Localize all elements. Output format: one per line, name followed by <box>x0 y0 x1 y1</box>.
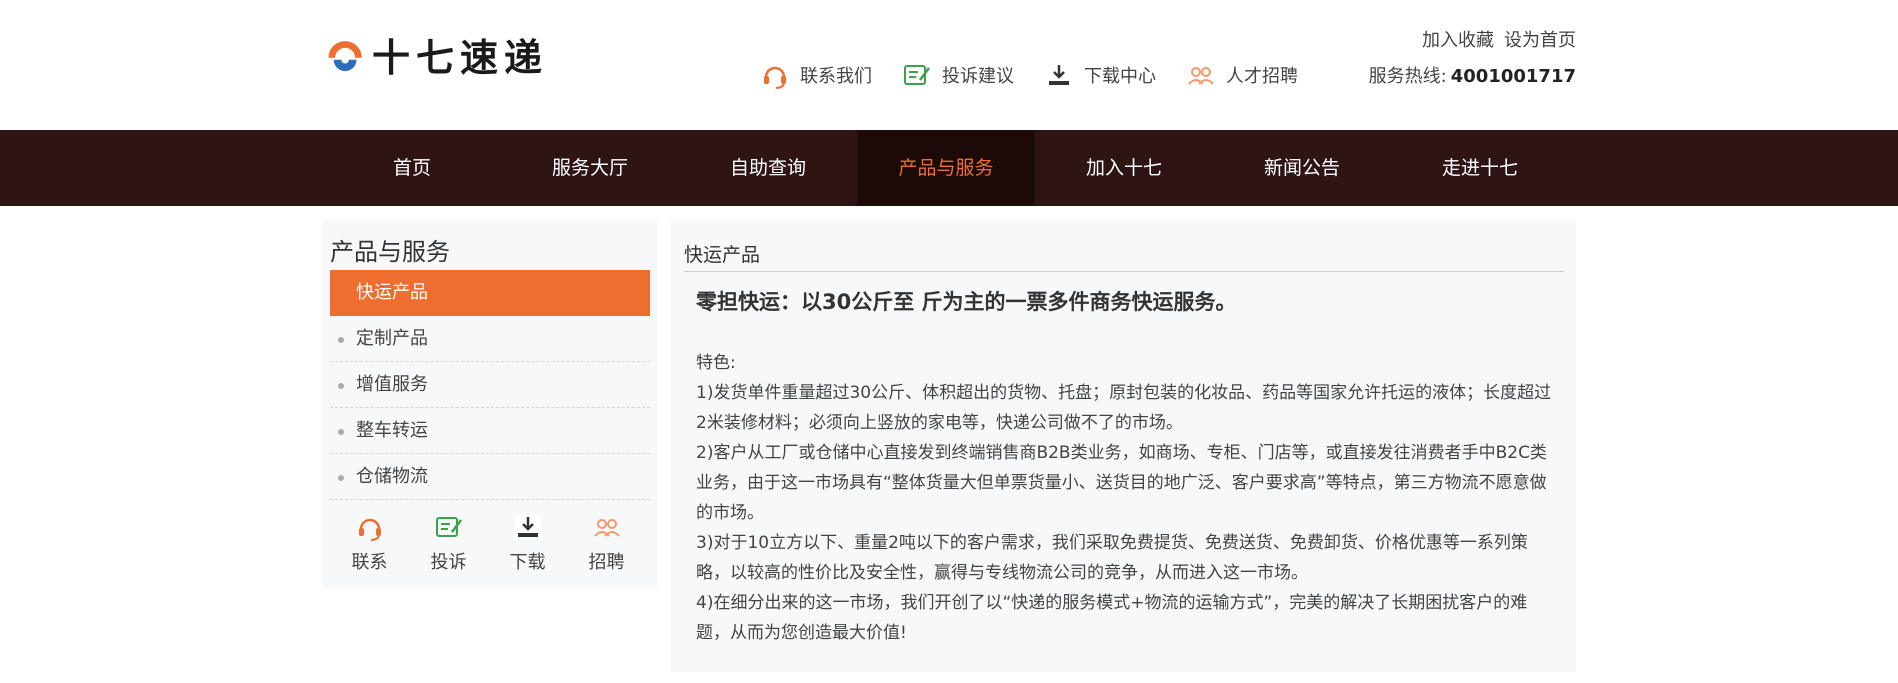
logo-text: 十七速递 <box>372 34 549 80</box>
quick-nav-label: 下载中心 <box>1084 66 1156 87</box>
hotline-number: 4001001717 <box>1450 66 1576 87</box>
nav-item-self-query[interactable]: 自助查询 <box>679 130 857 206</box>
add-favorite-link[interactable]: 加入收藏 <box>1422 26 1494 52</box>
quick-nav-label: 联系我们 <box>800 66 872 87</box>
sidebar-item-warehousing[interactable]: 仓储物流 <box>330 454 650 500</box>
sidebar-item-custom-products[interactable]: 定制产品 <box>330 316 650 362</box>
feature-paragraph: 4)在细分出来的这一市场，我们开创了以“快递的服务模式+物流的运输方式”，完美的… <box>696 593 1528 643</box>
main-nav: 首页 服务大厅 自助查询 产品与服务 加入十七 新闻公告 走进十七 <box>0 130 1898 206</box>
feedback-link[interactable]: 投诉建议 <box>902 60 1014 90</box>
content-title: 快运产品 <box>684 244 761 266</box>
sidebar-complaint-button[interactable]: 投诉 <box>409 512 488 574</box>
download-icon <box>514 514 541 540</box>
headset-icon <box>764 66 786 89</box>
people-icon <box>1188 67 1214 85</box>
headset-icon <box>358 518 381 541</box>
content-headline: 零担快运：以30公斤至 斤为主的一票多件商务快运服务。 <box>696 290 1237 314</box>
top-links: 加入收藏 设为首页 <box>1422 26 1576 52</box>
nav-item-home[interactable]: 首页 <box>323 130 501 206</box>
set-homepage-link[interactable]: 设为首页 <box>1504 26 1576 52</box>
feedback-icon <box>435 517 462 537</box>
content-body: 特色: 1)发货单件重量超过30公斤、体积超出的货物、托盘；原封包装的化妆品、药… <box>696 348 1556 648</box>
feature-heading: 特色: <box>696 353 736 373</box>
quick-nav-label: 人才招聘 <box>1226 66 1298 87</box>
nav-item-service-hall[interactable]: 服务大厅 <box>501 130 679 206</box>
quick-nav: 联系我们 投诉建议 下载中心 人才招聘 <box>760 60 1328 90</box>
logo-mark-icon <box>328 41 362 72</box>
contact-us-link[interactable]: 联系我们 <box>760 60 872 90</box>
sidebar-icons: 联系 投诉 下载 招聘 <box>330 512 650 574</box>
sidebar-icon-label: 下载 <box>509 552 546 573</box>
site-header: 十七速递 联系我们 投诉建议 下载中心 人才招聘 加入收藏 设为首页 服务热线:… <box>0 0 1898 130</box>
nav-item-about[interactable]: 走进十七 <box>1391 130 1569 206</box>
content-panel: 快运产品 零担快运：以30公斤至 斤为主的一票多件商务快运服务。 特色: 1)发… <box>670 220 1576 672</box>
sidebar-list: 快运产品 定制产品 增值服务 整车转运 仓储物流 <box>330 270 650 500</box>
sidebar-item-value-added[interactable]: 增值服务 <box>330 362 650 408</box>
content-divider <box>684 271 1564 272</box>
recruitment-link[interactable]: 人才招聘 <box>1186 60 1298 90</box>
sidebar-icon-label: 联系 <box>351 552 388 573</box>
sidebar-title: 产品与服务 <box>330 238 450 266</box>
sidebar-contact-button[interactable]: 联系 <box>330 512 409 574</box>
hotline-label: 服务热线: <box>1368 66 1447 87</box>
sidebar-download-button[interactable]: 下载 <box>488 512 567 574</box>
sidebar: 产品与服务 快运产品 定制产品 增值服务 整车转运 仓储物流 联系 投诉 下载 … <box>322 220 658 588</box>
sidebar-icon-label: 招聘 <box>588 552 625 573</box>
logo[interactable]: 十七速递 <box>328 32 548 80</box>
sidebar-item-full-truck[interactable]: 整车转运 <box>330 408 650 454</box>
sidebar-item-express-freight[interactable]: 快运产品 <box>330 270 650 316</box>
nav-item-products[interactable]: 产品与服务 <box>857 130 1035 206</box>
download-center-link[interactable]: 下载中心 <box>1044 60 1156 90</box>
nav-item-news[interactable]: 新闻公告 <box>1213 130 1391 206</box>
quick-nav-label: 投诉建议 <box>942 66 1014 87</box>
sidebar-recruit-button[interactable]: 招聘 <box>567 512 646 574</box>
people-icon <box>593 519 620 537</box>
hotline: 服务热线: 4001001717 <box>1369 62 1576 88</box>
feature-paragraph: 3)对于10立方以下、重量2吨以下的客户需求，我们采取免费提货、免费送货、免费卸… <box>696 533 1528 583</box>
feature-paragraph: 2)客户从工厂或仓储中心直接发到终端销售商B2B类业务，如商场、专柜、门店等，或… <box>696 443 1547 523</box>
download-icon <box>1049 65 1069 85</box>
nav-item-join[interactable]: 加入十七 <box>1035 130 1213 206</box>
feature-paragraph: 1)发货单件重量超过30公斤、体积超出的货物、托盘；原封包装的化妆品、药品等国家… <box>696 383 1552 433</box>
sidebar-icon-label: 投诉 <box>430 552 467 573</box>
feedback-icon <box>904 65 930 85</box>
